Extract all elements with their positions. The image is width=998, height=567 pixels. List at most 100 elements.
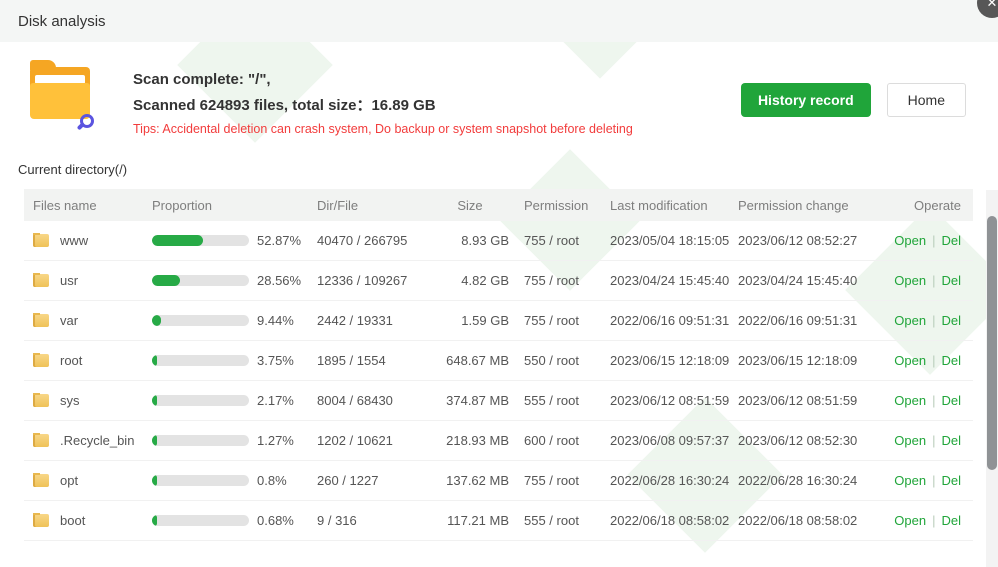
del-link[interactable]: Del (941, 513, 961, 528)
size-value: 374.87 MB (437, 393, 509, 408)
table-row: sys 2.17% 8004 / 68430 374.87 MB 555 / r… (24, 381, 973, 421)
open-link[interactable]: Open (894, 313, 926, 328)
col-size: Size (437, 198, 509, 213)
history-record-button[interactable]: History record (741, 83, 871, 117)
file-name: boot (60, 513, 85, 528)
table-row: boot 0.68% 9 / 316 117.21 MB 555 / root … (24, 501, 973, 541)
col-last-modification: Last modification (610, 198, 738, 213)
last-modification-value: 2022/06/16 09:51:31 (610, 313, 738, 328)
window-titlebar: Disk analysis (0, 0, 998, 42)
del-link[interactable]: Del (941, 273, 961, 288)
permission-change-value: 2022/06/28 16:30:24 (738, 473, 868, 488)
size-value: 648.67 MB (437, 353, 509, 368)
size-value: 4.82 GB (437, 273, 509, 288)
open-link[interactable]: Open (894, 393, 926, 408)
size-value: 218.93 MB (437, 433, 509, 448)
folder-icon (33, 354, 49, 367)
permission-value: 600 / root (509, 433, 610, 448)
file-name: usr (60, 273, 78, 288)
operate-separator: | (932, 433, 935, 448)
proportion-value: 3.75% (257, 353, 294, 368)
operate-separator: | (932, 473, 935, 488)
size-value: 1.59 GB (437, 313, 509, 328)
open-link[interactable]: Open (894, 433, 926, 448)
open-link[interactable]: Open (894, 273, 926, 288)
folder-icon (33, 474, 49, 487)
proportion-value: 9.44% (257, 313, 294, 328)
dir-file-count: 9 / 316 (317, 513, 437, 528)
open-link[interactable]: Open (894, 353, 926, 368)
disk-analysis-panel: ✕ Disk analysis Scan complete: "/", Scan… (0, 0, 998, 567)
proportion-bar (152, 355, 249, 366)
table-row: var 9.44% 2442 / 19331 1.59 GB 755 / roo… (24, 301, 973, 341)
proportion-value: 2.17% (257, 393, 294, 408)
dir-file-count: 1895 / 1554 (317, 353, 437, 368)
proportion-value: 0.8% (257, 473, 287, 488)
operate-separator: | (932, 513, 935, 528)
permission-value: 555 / root (509, 513, 610, 528)
del-link[interactable]: Del (941, 473, 961, 488)
folder-icon (33, 394, 49, 407)
proportion-bar-fill (152, 475, 157, 486)
proportion-bar-fill (152, 515, 157, 526)
dir-file-count: 8004 / 68430 (317, 393, 437, 408)
size-value: 137.62 MB (437, 473, 509, 488)
scrollbar-thumb[interactable] (987, 216, 997, 470)
open-link[interactable]: Open (894, 513, 926, 528)
size-value: 8.93 GB (437, 233, 509, 248)
permission-value: 755 / root (509, 273, 610, 288)
page-title: Disk analysis (18, 13, 106, 30)
del-link[interactable]: Del (941, 433, 961, 448)
proportion-bar (152, 315, 249, 326)
dir-file-count: 2442 / 19331 (317, 313, 437, 328)
operate-separator: | (932, 273, 935, 288)
del-link[interactable]: Del (941, 353, 961, 368)
dir-file-count: 1202 / 10621 (317, 433, 437, 448)
col-proportion: Proportion (152, 198, 317, 213)
current-directory-label: Current directory(/) (0, 148, 998, 189)
table-body: www 52.87% 40470 / 266795 8.93 GB 755 / … (24, 221, 973, 541)
proportion-bar-fill (152, 435, 157, 446)
permission-change-value: 2022/06/16 09:51:31 (738, 313, 868, 328)
folder-icon (33, 234, 49, 247)
last-modification-value: 2023/05/04 18:15:05 (610, 233, 738, 248)
table-row: opt 0.8% 260 / 1227 137.62 MB 755 / root… (24, 461, 973, 501)
file-name: var (60, 313, 78, 328)
proportion-value: 28.56% (257, 273, 301, 288)
last-modification-value: 2023/04/24 15:45:40 (610, 273, 738, 288)
col-files-name: Files name (24, 198, 152, 213)
permission-change-value: 2023/06/12 08:52:30 (738, 433, 868, 448)
col-dir-file: Dir/File (317, 198, 437, 213)
scan-summary-section: Scan complete: "/", Scanned 624893 files… (0, 42, 998, 148)
scan-complete-text: Scan complete: "/", (133, 67, 633, 93)
home-button[interactable]: Home (887, 83, 966, 117)
open-link[interactable]: Open (894, 473, 926, 488)
scrollbar-track[interactable] (986, 190, 998, 567)
permission-value: 755 / root (509, 473, 610, 488)
folder-front-shape (30, 83, 90, 119)
proportion-value: 0.68% (257, 513, 294, 528)
last-modification-value: 2023/06/08 09:57:37 (610, 433, 738, 448)
last-modification-value: 2022/06/28 16:30:24 (610, 473, 738, 488)
del-link[interactable]: Del (941, 393, 961, 408)
scan-text-block: Scan complete: "/", Scanned 624893 files… (133, 65, 633, 136)
proportion-bar (152, 435, 249, 446)
col-operate: Operate (868, 198, 973, 213)
proportion-bar-fill (152, 355, 157, 366)
open-link[interactable]: Open (894, 233, 926, 248)
table-row: usr 28.56% 12336 / 109267 4.82 GB 755 / … (24, 261, 973, 301)
proportion-bar-fill (152, 235, 203, 246)
files-table: Files name Proportion Dir/File Size Perm… (24, 189, 973, 541)
del-link[interactable]: Del (941, 313, 961, 328)
close-icon: ✕ (987, 0, 998, 10)
proportion-bar-fill (152, 395, 157, 406)
permission-change-value: 2023/06/15 12:18:09 (738, 353, 868, 368)
del-link[interactable]: Del (941, 233, 961, 248)
proportion-value: 52.87% (257, 233, 301, 248)
proportion-bar (152, 475, 249, 486)
proportion-bar (152, 275, 249, 286)
permission-change-value: 2023/04/24 15:45:40 (738, 273, 868, 288)
dir-file-count: 260 / 1227 (317, 473, 437, 488)
last-modification-value: 2022/06/18 08:58:02 (610, 513, 738, 528)
magnifier-icon (80, 114, 94, 128)
